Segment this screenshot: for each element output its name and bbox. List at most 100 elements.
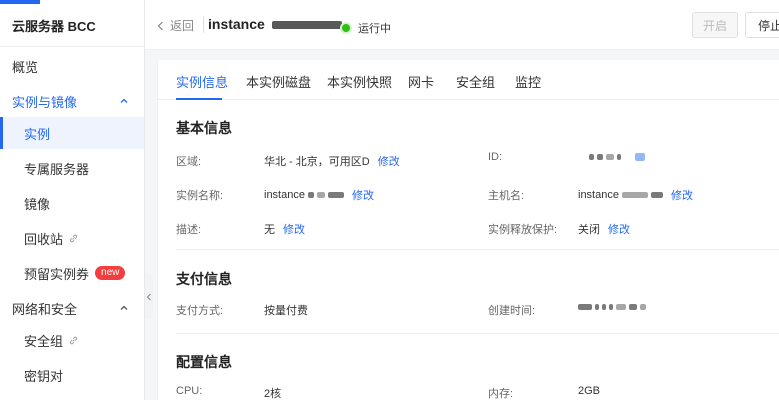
back-link[interactable]: 返回: [157, 17, 194, 34]
status-dot-icon: [342, 24, 350, 32]
edit-instance-name-link[interactable]: 修改: [352, 187, 374, 203]
redacted-text: [621, 192, 648, 198]
field-label-cpu: CPU:: [176, 385, 203, 397]
instance-detail-panel: 实例信息 本实例磁盘 本实例快照 网卡 安全组 监控 基本信息 区域: 华北 -…: [157, 60, 779, 400]
sidebar-item-recycle-bin[interactable]: 回收站: [0, 222, 144, 254]
sidebar-item-label: 专属服务器: [24, 161, 90, 177]
redacted-text: [616, 304, 626, 310]
sidebar: 云服务器 BCC 概览 实例与镜像 实例 专属服务器 镜像 回收站 预留实例券 …: [0, 0, 145, 400]
sidebar-collapse-handle[interactable]: [145, 275, 153, 319]
section-title-config: 配置信息: [176, 354, 232, 370]
edit-description-link[interactable]: 修改: [283, 221, 305, 237]
tab-security-group[interactable]: 安全组: [456, 72, 495, 91]
region-text: 华北 - 北京，可用区D: [264, 156, 370, 168]
field-label-instance-name: 实例名称:: [176, 190, 224, 202]
redacted-text: [617, 154, 621, 160]
field-label-description: 描述:: [176, 224, 202, 236]
brand-accent-bar: [0, 0, 40, 4]
edit-region-link[interactable]: 修改: [378, 153, 400, 169]
redacted-text: [595, 304, 599, 310]
redacted-text: [640, 304, 646, 310]
section-divider: [176, 249, 779, 250]
edit-hostname-link[interactable]: 修改: [671, 187, 693, 203]
sidebar-group-label: 实例与镜像: [12, 94, 78, 110]
tab-instance-snapshots[interactable]: 本实例快照: [327, 72, 392, 91]
sidebar-item-keypair[interactable]: 密钥对: [0, 359, 144, 391]
hostname-text: instance: [578, 189, 619, 201]
redacted-text: [589, 154, 594, 160]
sidebar-item-label: 实例: [24, 126, 51, 142]
field-label-memory: 内存:: [488, 388, 514, 400]
sidebar-item-reserved-coupon[interactable]: 预留实例券 new: [0, 257, 144, 289]
field-value-release-protection: 关闭 修改: [578, 221, 630, 237]
brand-divider: [0, 46, 144, 47]
sidebar-item-overview[interactable]: 概览: [0, 50, 144, 82]
field-value-description: 无 修改: [264, 221, 305, 237]
field-label-hostname: 主机名:: [488, 190, 525, 202]
redacted-text: [606, 154, 614, 160]
redacted-text: [635, 153, 645, 161]
sidebar-item-label: 预留实例券: [24, 266, 90, 282]
instance-name-text: instance: [264, 189, 305, 201]
redacted-text: [307, 192, 314, 198]
sidebar-brand: 云服务器 BCC: [12, 19, 96, 34]
chevron-left-icon: [146, 293, 151, 301]
sidebar-item-label: 安全组: [24, 333, 64, 349]
redacted-text: [609, 304, 613, 310]
field-label-release-protection: 实例释放保护:: [488, 224, 558, 236]
tab-instance-info[interactable]: 实例信息: [176, 72, 228, 91]
status-text: 运行中: [358, 23, 391, 35]
active-tab-indicator: [176, 98, 222, 100]
external-link-icon: [69, 234, 78, 242]
field-label-payment-method: 支付方式:: [176, 305, 224, 317]
field-label-created-time: 创建时间:: [488, 305, 536, 317]
redacted-text: [578, 304, 592, 310]
header-divider: [203, 17, 204, 33]
sidebar-item-label: 镜像: [24, 196, 51, 212]
page-title: instance: [208, 16, 342, 32]
tab-nic[interactable]: 网卡: [408, 72, 434, 91]
tab-monitoring[interactable]: 监控: [515, 72, 541, 91]
sidebar-group-network-security[interactable]: 网络和安全: [0, 292, 144, 324]
field-label-id: ID:: [488, 151, 503, 163]
new-badge: new: [95, 266, 126, 280]
tab-instance-disks[interactable]: 本实例磁盘: [246, 72, 311, 91]
page-header: 返回 instance 运行中 开启 停止: [145, 0, 779, 50]
release-protection-text: 关闭: [578, 224, 600, 236]
back-label: 返回: [170, 19, 195, 33]
field-value-memory: 2GB: [578, 385, 601, 397]
description-text: 无: [264, 224, 275, 236]
field-value-id: [586, 153, 645, 161]
field-value-cpu: 2核: [264, 388, 282, 400]
section-title-basic: 基本信息: [176, 120, 232, 136]
tab-bar: 实例信息 本实例磁盘 本实例快照 网卡 安全组 监控: [158, 60, 779, 100]
field-value-region: 华北 - 北京，可用区D 修改: [264, 153, 400, 169]
section-title-payment: 支付信息: [176, 271, 232, 287]
section-divider: [176, 333, 779, 334]
status-badge: 运行中: [342, 20, 391, 36]
sidebar-item-dedicated-server[interactable]: 专属服务器: [0, 152, 144, 184]
redacted-text: [271, 21, 342, 30]
sidebar-group-label: 网络和安全: [12, 301, 78, 317]
edit-release-protection-link[interactable]: 修改: [608, 221, 630, 237]
sidebar-item-security-group[interactable]: 安全组: [0, 324, 144, 356]
stop-button[interactable]: 停止: [745, 12, 779, 38]
sidebar-item-label: 密钥对: [24, 368, 64, 384]
redacted-text: [602, 304, 606, 310]
sidebar-item-instances[interactable]: 实例: [0, 117, 144, 149]
redacted-text: [629, 304, 637, 310]
field-value-payment-method: 按量付费: [264, 305, 308, 317]
instance-name: instance: [208, 16, 265, 32]
external-link-icon: [69, 336, 78, 344]
sidebar-item-label: 概览: [12, 59, 39, 75]
redacted-text: [597, 154, 603, 160]
chevron-left-icon: [157, 21, 163, 30]
sidebar-group-instances-images[interactable]: 实例与镜像: [0, 85, 144, 117]
chevron-up-icon: [120, 305, 128, 310]
start-button[interactable]: 开启: [692, 12, 738, 38]
redacted-text: [650, 192, 663, 198]
field-value-hostname: instance 修改: [578, 187, 693, 203]
sidebar-item-images[interactable]: 镜像: [0, 187, 144, 219]
field-value-instance-name: instance 修改: [264, 187, 374, 203]
chevron-up-icon: [120, 98, 128, 103]
